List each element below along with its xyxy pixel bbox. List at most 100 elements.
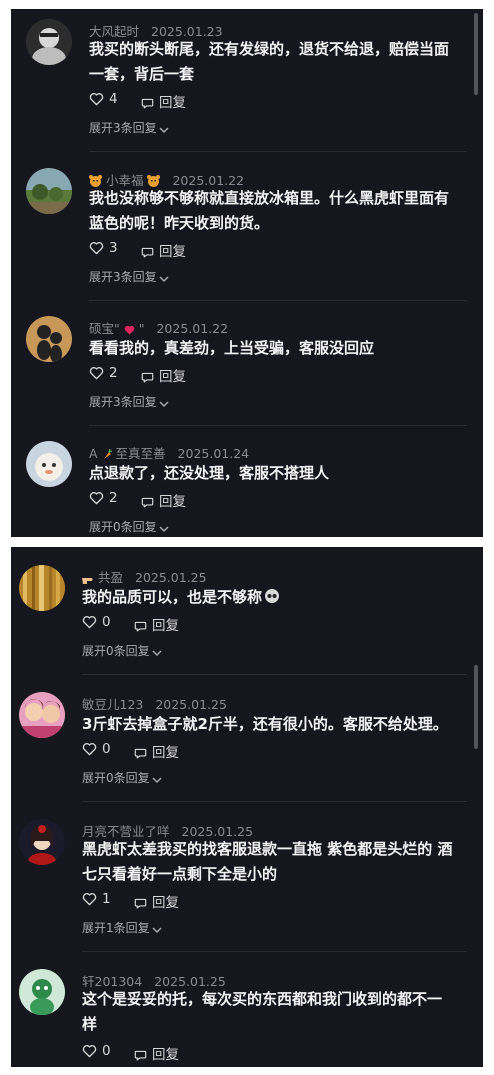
- comment-text-line: 这个是妥妥的托，每次买的东西都和我门收到的都不一: [82, 990, 443, 1008]
- reply-label: 回复: [152, 895, 179, 911]
- like-count: 4: [109, 91, 118, 107]
- comment-actions: 4 回复: [89, 91, 289, 111]
- reply-button[interactable]: 回复: [134, 741, 179, 761]
- avatar[interactable]: [19, 692, 65, 738]
- expand-replies[interactable]: 展开0条回复: [89, 518, 169, 535]
- expand-replies[interactable]: 展开3条回复: [89, 393, 169, 410]
- comment-text: 这个是妥妥的托，每次买的东西都和我门收到的都不一 样: [82, 987, 442, 1037]
- chevron-down-icon: [159, 526, 169, 533]
- expand-replies[interactable]: 展开1条回复: [82, 919, 162, 936]
- like-button[interactable]: 4: [89, 91, 118, 107]
- chevron-down-icon: [159, 276, 169, 283]
- comment-actions: 2 回复: [89, 365, 289, 385]
- comment-actions: 0 回复: [82, 741, 282, 761]
- chevron-down-icon: [152, 927, 162, 934]
- comment-actions: 0 回复: [82, 614, 282, 634]
- expand-replies[interactable]: 展开0条回复: [82, 769, 162, 786]
- comment-text-line: 看看我的，真差劲，上当受骗，客服没回应: [89, 339, 375, 357]
- reply-button[interactable]: 回复: [141, 490, 186, 510]
- like-button[interactable]: 2: [89, 490, 118, 506]
- expand-replies-label: 展开0条回复: [82, 644, 150, 658]
- avatar[interactable]: [19, 819, 65, 865]
- username[interactable]: 敏豆儿123: [82, 697, 143, 712]
- reply-label: 回复: [159, 494, 186, 510]
- divider: [82, 951, 467, 952]
- heart-outline-icon: [82, 1045, 97, 1058]
- comment-text-line: 点退款了，还没处理，客服不搭理人: [89, 464, 330, 482]
- comment-text: 3斤虾去掉盒子就2斤半，还有很小的。客服不给处理。: [82, 712, 448, 737]
- expand-replies-label: 展开0条回复: [82, 771, 150, 785]
- expand-replies-label: 展开1条回复: [82, 921, 150, 935]
- reply-label: 回复: [159, 244, 186, 260]
- comment-date: 2025.01.25: [155, 697, 227, 712]
- expand-replies[interactable]: 展开0条回复: [82, 642, 162, 659]
- like-count: 0: [102, 741, 111, 757]
- comment-actions: 3 回复: [89, 240, 289, 260]
- speech-bubble-icon: [134, 1050, 147, 1061]
- comment-text: 看看我的，真差劲，上当受骗，客服没回应: [89, 336, 374, 361]
- speech-bubble-icon: [141, 372, 154, 383]
- avatar[interactable]: [26, 19, 72, 65]
- like-button[interactable]: 3: [89, 240, 118, 256]
- avatar[interactable]: [19, 969, 65, 1015]
- comment-text: 我的品质可以，也是不够称: [82, 585, 280, 612]
- comment-actions: 2 回复: [89, 490, 289, 510]
- comments-panel-bottom: 共盈 2025.01.25 我的品质可以，也是不够称 0 回复 展开0条回复 敏豆…: [11, 547, 483, 1067]
- comment-text-line: 一套，背后一套: [89, 65, 195, 83]
- username[interactable]: 共盈: [98, 570, 123, 585]
- like-button[interactable]: 0: [82, 1043, 111, 1059]
- heart-outline-icon: [89, 93, 104, 106]
- heart-outline-icon: [89, 367, 104, 380]
- speech-bubble-icon: [141, 98, 154, 109]
- username[interactable]: A: [89, 446, 98, 461]
- like-count: 3: [109, 240, 118, 256]
- comment-actions: 1 回复: [82, 891, 282, 911]
- face-emoji-icon: [264, 587, 280, 612]
- heart-outline-icon: [82, 893, 97, 906]
- expand-replies-label: 展开3条回复: [89, 121, 157, 135]
- chevron-down-icon: [159, 127, 169, 134]
- avatar[interactable]: [26, 316, 72, 362]
- comment-text-line: 我的品质可以，也是不够称: [82, 588, 263, 606]
- divider: [89, 151, 467, 152]
- chevron-down-icon: [159, 401, 169, 408]
- like-button[interactable]: 2: [89, 365, 118, 381]
- scrollbar-thumb[interactable]: [474, 13, 478, 95]
- heart-outline-icon: [82, 743, 97, 756]
- comment-text-line: 3斤虾去掉盒子就2斤半，还有很小的。客服不给处理。: [82, 715, 448, 733]
- comment-text: 点退款了，还没处理，客服不搭理人: [89, 461, 329, 486]
- like-button[interactable]: 0: [82, 741, 111, 757]
- like-button[interactable]: 1: [82, 891, 111, 907]
- like-button[interactable]: 0: [82, 614, 111, 630]
- username[interactable]: 硕宝": [89, 321, 120, 336]
- like-count: 2: [109, 365, 118, 381]
- speech-bubble-icon: [134, 898, 147, 909]
- avatar[interactable]: [19, 565, 65, 611]
- avatar[interactable]: [26, 441, 72, 487]
- expand-replies[interactable]: 展开3条回复: [89, 119, 169, 136]
- reply-button[interactable]: 回复: [134, 891, 179, 911]
- speech-bubble-icon: [141, 247, 154, 258]
- comment-text-line: 黑虎虾太差我买的找客服退款一直拖 紫色都是头烂的 酒: [82, 840, 453, 858]
- like-count: 2: [109, 490, 118, 506]
- expand-replies-label: 展开3条回复: [89, 395, 157, 409]
- divider: [89, 300, 467, 301]
- comment-text-line: 我也没称够不够称就直接放冰箱里。什么黑虎虾里面有: [89, 189, 450, 207]
- comment-text: 我买的断头断尾，还有发绿的，退货不给退，赔偿当面 一套，背后一套: [89, 37, 449, 87]
- comment-text: 我也没称够不够称就直接放冰箱里。什么黑虎虾里面有 蓝色的呢！昨天收到的货。: [89, 186, 449, 236]
- avatar[interactable]: [26, 168, 72, 214]
- expand-replies-label: 展开0条回复: [89, 520, 157, 534]
- scrollbar-thumb[interactable]: [474, 665, 478, 749]
- reply-button[interactable]: 回复: [141, 91, 186, 111]
- reply-button[interactable]: 回复: [141, 365, 186, 385]
- divider: [82, 674, 467, 675]
- comment-text: 黑虎虾太差我买的找客服退款一直拖 紫色都是头烂的 酒 七只看着好一点剩下全是小的: [82, 837, 452, 887]
- expand-replies[interactable]: 展开3条回复: [89, 268, 169, 285]
- username-suffix: 至真至善: [115, 446, 166, 461]
- reply-button[interactable]: 回复: [134, 1043, 179, 1063]
- reply-button[interactable]: 回复: [141, 240, 186, 260]
- heart-outline-icon: [89, 492, 104, 505]
- speech-bubble-icon: [141, 497, 154, 508]
- chevron-down-icon: [152, 650, 162, 657]
- reply-button[interactable]: 回复: [134, 614, 179, 634]
